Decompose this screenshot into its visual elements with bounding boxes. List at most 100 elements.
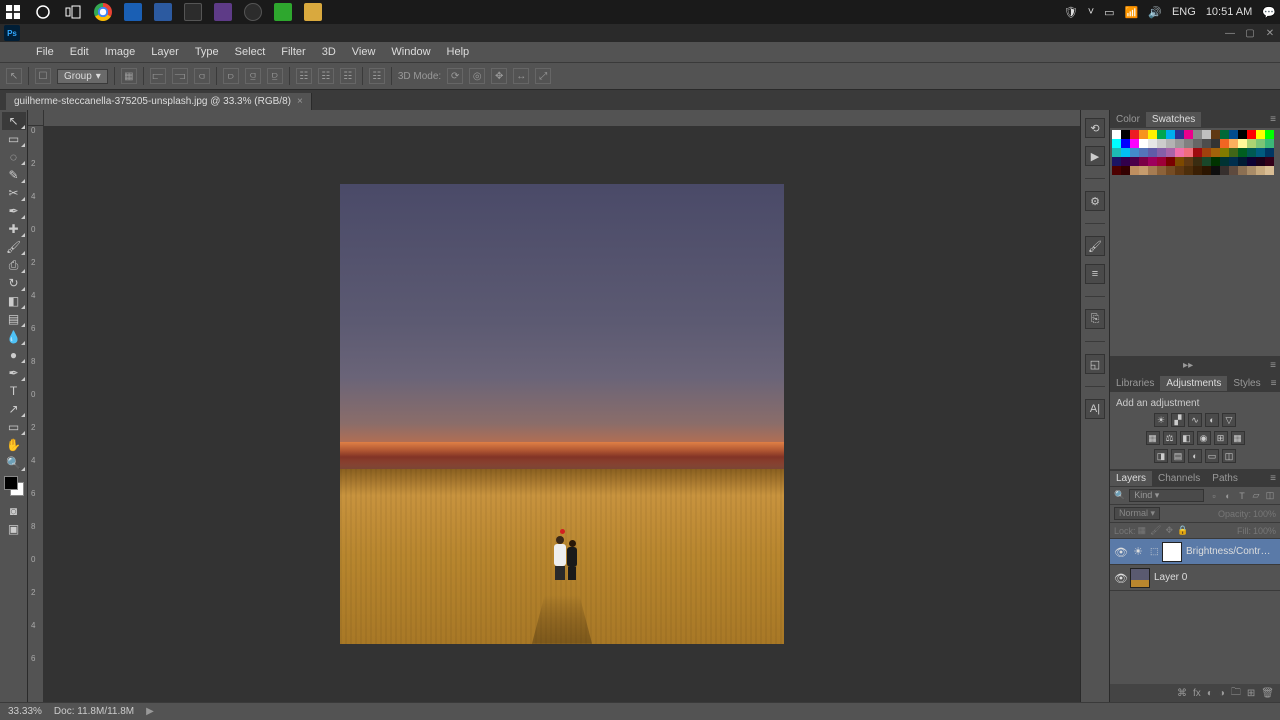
swatch[interactable]	[1202, 157, 1211, 166]
distribute-3-icon[interactable]: ☷	[340, 68, 356, 84]
photo-filter-adj-icon[interactable]: ◉	[1197, 431, 1211, 445]
swatch[interactable]	[1175, 166, 1184, 175]
doc-info-menu-icon[interactable]: ▶	[146, 706, 154, 717]
edge-taskbar-icon[interactable]	[124, 3, 142, 21]
chrome-taskbar-icon[interactable]	[94, 3, 112, 21]
menu-select[interactable]: Select	[227, 44, 274, 60]
layer-thumbnail[interactable]	[1130, 568, 1150, 588]
gradient-map-adj-icon[interactable]: ▭	[1205, 449, 1219, 463]
hue-adj-icon[interactable]: ▦	[1146, 431, 1160, 445]
swatch[interactable]	[1229, 139, 1238, 148]
align-center-h-icon[interactable]: ⫎	[172, 68, 188, 84]
tray-shield-icon[interactable]: 🛡	[1064, 6, 1078, 19]
path-tool[interactable]: ↗	[2, 400, 26, 418]
threshold-adj-icon[interactable]: ◐	[1188, 449, 1202, 463]
cortana-icon[interactable]	[34, 3, 52, 21]
filter-smart-icon[interactable]: ◫	[1264, 490, 1276, 502]
taskview-icon[interactable]	[64, 3, 82, 21]
swatch[interactable]	[1184, 148, 1193, 157]
new-layer-icon[interactable]: ⊞	[1247, 688, 1255, 699]
swatch[interactable]	[1202, 148, 1211, 157]
fill-value[interactable]: 100%	[1253, 526, 1276, 536]
swatch[interactable]	[1193, 157, 1202, 166]
type-tool[interactable]: T	[2, 382, 26, 400]
ruler-origin[interactable]	[28, 110, 44, 126]
gradient-tool[interactable]: ▤	[2, 310, 26, 328]
swatch[interactable]	[1265, 166, 1274, 175]
swatch[interactable]	[1157, 139, 1166, 148]
channel-mixer-adj-icon[interactable]: ⊞	[1214, 431, 1228, 445]
swatch[interactable]	[1166, 148, 1175, 157]
swatch[interactable]	[1220, 166, 1229, 175]
filter-adj-icon[interactable]: ◐	[1222, 490, 1234, 502]
auto-select-checkbox[interactable]: ☐	[35, 68, 51, 84]
start-button[interactable]	[4, 3, 22, 21]
swatch[interactable]	[1166, 157, 1175, 166]
clone-source-panel-icon[interactable]: ⎘	[1085, 309, 1105, 329]
channels-tab[interactable]: Channels	[1152, 471, 1206, 486]
swatch[interactable]	[1256, 139, 1265, 148]
healing-tool[interactable]: ✚	[2, 220, 26, 238]
layers-panel-menu-icon[interactable]: ≡	[1266, 473, 1280, 484]
swatch[interactable]	[1193, 139, 1202, 148]
app-taskbar-icon-2[interactable]	[214, 3, 232, 21]
selective-color-adj-icon[interactable]: ◫	[1222, 449, 1236, 463]
swatch[interactable]	[1121, 130, 1130, 139]
swatch[interactable]	[1220, 130, 1229, 139]
new-group-icon[interactable]: 🗀	[1231, 685, 1241, 702]
swatch[interactable]	[1247, 157, 1256, 166]
move-tool-preset-icon[interactable]: ↖	[6, 68, 22, 84]
layer-name[interactable]: Brightness/Contras...	[1186, 546, 1276, 557]
app-taskbar-icon-1[interactable]	[184, 3, 202, 21]
blend-mode-select[interactable]: Normal ▾	[1114, 507, 1160, 520]
vertical-ruler[interactable]: 02402468024680246	[28, 126, 44, 702]
foreground-color[interactable]	[4, 476, 18, 490]
3d-slide-icon[interactable]: ↔	[513, 68, 529, 84]
menu-view[interactable]: View	[344, 44, 384, 60]
swatch[interactable]	[1166, 130, 1175, 139]
app-taskbar-icon-3[interactable]	[244, 3, 262, 21]
layer-item[interactable]: 👁Layer 0	[1110, 565, 1280, 591]
swatch[interactable]	[1202, 139, 1211, 148]
swatch[interactable]	[1247, 130, 1256, 139]
hand-tool[interactable]: ✋	[2, 436, 26, 454]
swatch[interactable]	[1202, 130, 1211, 139]
tray-volume-icon[interactable]: 🔊	[1148, 6, 1162, 19]
swatch[interactable]	[1211, 157, 1220, 166]
distribute-4-icon[interactable]: ☷	[369, 68, 385, 84]
swatch[interactable]	[1112, 157, 1121, 166]
swatch[interactable]	[1175, 130, 1184, 139]
paths-tab[interactable]: Paths	[1206, 471, 1244, 486]
stamp-tool[interactable]: ⎙	[2, 256, 26, 274]
swatch[interactable]	[1193, 130, 1202, 139]
swatch[interactable]	[1193, 148, 1202, 157]
pen-tool[interactable]: ✒	[2, 364, 26, 382]
swatch[interactable]	[1247, 139, 1256, 148]
levels-adj-icon[interactable]: ▞	[1171, 413, 1185, 427]
distribute-1-icon[interactable]: ☷	[296, 68, 312, 84]
transform-controls-checkbox[interactable]: ▦	[121, 68, 137, 84]
layer-name[interactable]: Layer 0	[1154, 572, 1276, 583]
swatch[interactable]	[1229, 148, 1238, 157]
adjustments-tab[interactable]: Adjustments	[1160, 376, 1227, 391]
swatch[interactable]	[1121, 139, 1130, 148]
brush-panel-icon[interactable]: 🖌	[1085, 236, 1105, 256]
swatch[interactable]	[1265, 157, 1274, 166]
properties-panel-icon[interactable]: ⚙	[1085, 191, 1105, 211]
tray-language[interactable]: ENG	[1172, 6, 1196, 18]
eraser-tool[interactable]: ◧	[2, 292, 26, 310]
maximize-button[interactable]: ▢	[1240, 24, 1260, 42]
swatch[interactable]	[1211, 130, 1220, 139]
swatch[interactable]	[1175, 157, 1184, 166]
swatch[interactable]	[1130, 130, 1139, 139]
adjustments-panel-menu-icon[interactable]: ≡	[1267, 378, 1280, 389]
curves-adj-icon[interactable]: ∿	[1188, 413, 1202, 427]
app-taskbar-icon-4[interactable]	[274, 3, 292, 21]
swatch[interactable]	[1238, 139, 1247, 148]
close-button[interactable]: ✕	[1260, 24, 1280, 42]
link-layers-icon[interactable]: ⌘	[1177, 688, 1187, 699]
swatch[interactable]	[1166, 166, 1175, 175]
swatch[interactable]	[1157, 157, 1166, 166]
swatch[interactable]	[1211, 166, 1220, 175]
menu-filter[interactable]: Filter	[273, 44, 313, 60]
